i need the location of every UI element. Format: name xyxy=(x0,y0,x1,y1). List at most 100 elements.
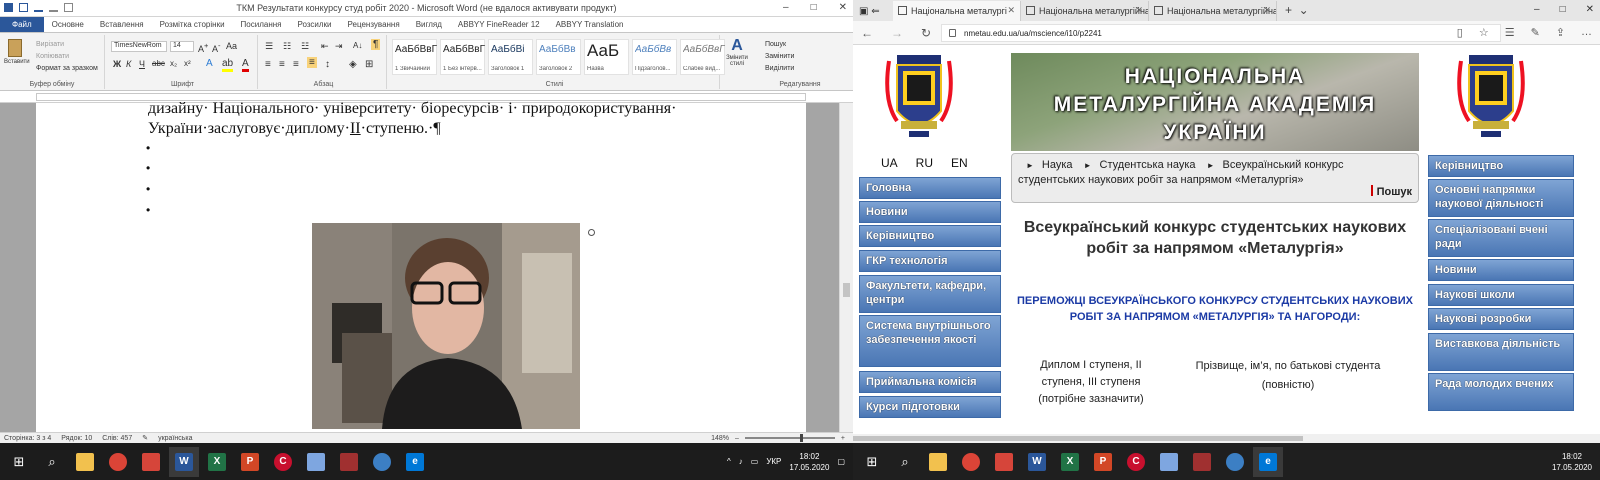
ccleaner-icon[interactable]: C xyxy=(1121,447,1151,477)
superscript-button[interactable]: x² xyxy=(184,59,191,68)
browser-tab[interactable]: Національна металургійна ✕ xyxy=(1149,1,1277,21)
breadcrumb-student-science[interactable]: Студентська наука xyxy=(1100,159,1196,171)
nav-science-schools[interactable]: Наукові школи xyxy=(1428,284,1574,306)
change-case-icon[interactable]: Aa xyxy=(226,41,237,51)
lang-en[interactable]: EN xyxy=(951,156,968,170)
nav-right-management[interactable]: Керівництво xyxy=(1428,155,1574,177)
student-photo[interactable] xyxy=(312,223,580,429)
select-button[interactable]: Виділити xyxy=(765,65,794,72)
numbering-icon[interactable]: ☷ xyxy=(283,41,291,52)
globe-app-icon[interactable] xyxy=(1220,447,1250,477)
start-button[interactable]: ⊞ xyxy=(857,447,887,477)
breadcrumb-science[interactable]: Наука xyxy=(1042,159,1073,171)
line-spacing-icon[interactable]: ↕ xyxy=(325,59,330,70)
excel-icon[interactable]: X xyxy=(202,447,232,477)
proofing-icon[interactable]: ✎ xyxy=(142,434,148,442)
reading-view-icon[interactable]: ▯ xyxy=(1457,26,1463,39)
style-heading-2[interactable]: АаБбВв Заголовок 2 xyxy=(536,39,581,75)
input-language[interactable]: УКР xyxy=(766,457,781,466)
favorites-hub-icon[interactable]: ☰ xyxy=(1505,26,1515,39)
tab-home[interactable]: Основне xyxy=(44,17,92,32)
find-button[interactable]: Пошук xyxy=(765,41,786,48)
style-normal[interactable]: АаБбВвГ 1 Звичайний xyxy=(392,39,437,75)
tab-page-layout[interactable]: Розмітка сторінки xyxy=(152,17,233,32)
minimize-button[interactable]: – xyxy=(783,2,789,13)
text-effects-icon[interactable]: A xyxy=(206,58,213,69)
style-subtitle[interactable]: АаБбВв Підзаголов... xyxy=(632,39,677,75)
notifications-icon[interactable]: ▢ xyxy=(837,457,845,466)
back-icon[interactable]: ← xyxy=(861,26,873,40)
show-marks-icon[interactable]: ¶ xyxy=(371,39,381,50)
word-icon[interactable]: W xyxy=(169,446,199,477)
chrome-icon[interactable] xyxy=(956,447,986,477)
close-tab-icon[interactable]: ✕ xyxy=(1135,5,1143,16)
archiver-icon[interactable] xyxy=(334,447,364,477)
tab-file[interactable]: Файл xyxy=(0,17,44,32)
bold-button[interactable]: Ж xyxy=(113,59,121,69)
font-color-icon[interactable]: A xyxy=(242,58,249,72)
nav-gkr-technology[interactable]: ГКР технологія xyxy=(859,250,1001,272)
nav-quality-assurance[interactable]: Система внутрішнього забезпечення якості xyxy=(859,315,1001,367)
favorite-star-icon[interactable]: ☆ xyxy=(1479,26,1489,39)
increase-indent-icon[interactable]: ⇥ xyxy=(335,41,343,52)
shading-icon[interactable]: ◈ xyxy=(349,59,357,70)
page-count[interactable]: Сторінка: 3 з 4 xyxy=(4,435,51,442)
start-button[interactable]: ⊞ xyxy=(4,447,34,477)
browser-tab[interactable]: Національна металургійна ✕ xyxy=(1021,1,1149,21)
search-icon[interactable]: ⌕ xyxy=(37,447,67,477)
italic-button[interactable]: К xyxy=(126,59,131,69)
zoom-out-button[interactable]: – xyxy=(735,435,739,442)
decrease-indent-icon[interactable]: ⇤ xyxy=(321,41,329,52)
cut-button[interactable]: Вирізати xyxy=(36,41,64,48)
more-icon[interactable]: … xyxy=(1581,26,1592,39)
strikethrough-button[interactable]: abc xyxy=(152,59,165,68)
format-painter-button[interactable]: Формат за зразком xyxy=(36,65,98,72)
close-tab-icon[interactable]: ✕ xyxy=(1007,5,1015,16)
change-styles-button-area[interactable]: A Змінити стилі xyxy=(722,37,752,67)
site-banner[interactable]: НАЦІОНАЛЬНА МЕТАЛУРГІЙНА АКАДЕМІЯ УКРАЇН… xyxy=(1011,53,1419,151)
maximize-button[interactable]: □ xyxy=(811,2,817,13)
horizontal-scrollbar[interactable] xyxy=(853,434,1600,443)
borders-icon[interactable]: ⊞ xyxy=(365,59,373,70)
word-count[interactable]: Слів: 457 xyxy=(102,435,132,442)
powerpoint-icon[interactable]: P xyxy=(1088,447,1118,477)
tab-mailings[interactable]: Розсилки xyxy=(290,17,340,32)
paste-button[interactable]: Вставити xyxy=(4,39,30,65)
forward-icon[interactable]: → xyxy=(891,26,903,40)
archiver-icon[interactable] xyxy=(1187,447,1217,477)
new-tab-button[interactable]: + ⌄ xyxy=(1277,3,1317,21)
font-size-select[interactable]: 14 xyxy=(170,41,194,52)
replace-button[interactable]: Замінити xyxy=(765,53,794,60)
align-center-icon[interactable]: ≡ xyxy=(279,59,285,70)
style-heading-1[interactable]: АаБбВі Заголовок 1 xyxy=(488,39,533,75)
multilevel-list-icon[interactable]: ☳ xyxy=(301,41,309,52)
chrome-icon[interactable] xyxy=(103,447,133,477)
tab-abbyy-translation[interactable]: ABBYY Translation xyxy=(548,17,632,32)
highlight-color-icon[interactable]: ab xyxy=(222,58,234,72)
notepad-icon[interactable] xyxy=(301,447,331,477)
zoom-in-button[interactable]: + xyxy=(841,435,845,442)
ccleaner-icon[interactable]: C xyxy=(268,447,298,477)
tray-arrow-icon[interactable]: ^ xyxy=(727,457,731,466)
search-icon[interactable]: ⌕ xyxy=(890,447,920,477)
edge-icon[interactable]: e xyxy=(1253,446,1283,477)
close-tab-icon[interactable]: ✕ xyxy=(1263,5,1271,16)
language-indicator[interactable]: українська xyxy=(158,435,192,442)
justify-icon[interactable]: ≡ xyxy=(307,57,317,68)
acrobat-icon[interactable] xyxy=(136,447,166,477)
shrink-font-icon[interactable]: A- xyxy=(212,41,221,54)
font-name-select[interactable]: TimesNewRom xyxy=(111,41,167,52)
clock[interactable]: 18:02 17.05.2020 xyxy=(1552,451,1592,473)
excel-icon[interactable]: X xyxy=(1055,447,1085,477)
minimize-button[interactable]: – xyxy=(1534,4,1540,15)
style-no-spacing[interactable]: АаБбВвГ 1 Без інтерв... xyxy=(440,39,485,75)
maximize-button[interactable]: □ xyxy=(1560,4,1566,15)
tab-actions-icon[interactable]: ▣ ⇐ xyxy=(853,1,893,21)
nav-home[interactable]: Головна xyxy=(859,177,1001,199)
nav-admissions[interactable]: Приймальна комісія xyxy=(859,371,1001,393)
sort-icon[interactable]: А↓ xyxy=(353,41,362,50)
zoom-level[interactable]: 148% xyxy=(711,435,729,442)
zoom-slider[interactable] xyxy=(744,434,835,442)
tab-references[interactable]: Посилання xyxy=(233,17,290,32)
acrobat-icon[interactable] xyxy=(989,447,1019,477)
